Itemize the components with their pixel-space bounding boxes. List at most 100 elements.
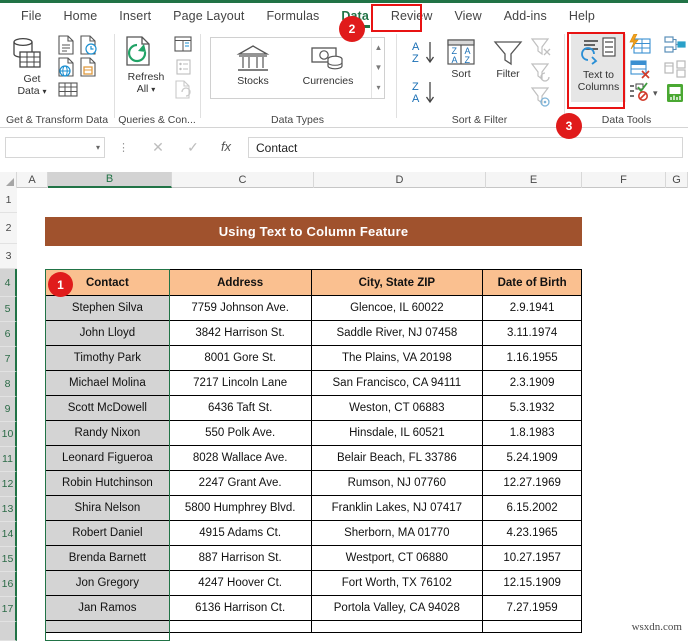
row-header-10[interactable]: 10 [0, 422, 17, 447]
tab-view[interactable]: View [443, 7, 492, 25]
row-header-12[interactable]: 12 [0, 472, 17, 497]
cell-city-state-zip[interactable]: Sherborn, MA 01770 [310, 520, 484, 546]
cell-contact[interactable]: Brenda Barnett [45, 545, 170, 571]
gallery-expand-icon[interactable]: ▾ [372, 78, 385, 98]
row-header-13[interactable]: 13 [0, 497, 17, 522]
filter-button[interactable]: Filter [487, 37, 529, 81]
cell-date-of-birth[interactable]: 10.27.1957 [482, 545, 582, 571]
cell-contact[interactable]: Scott McDowell [45, 395, 170, 421]
tab-file[interactable]: File [10, 7, 53, 25]
cell-city-state-zip[interactable]: Portola Valley, CA 94028 [310, 595, 484, 621]
row-header-2[interactable]: 2 [0, 213, 17, 244]
confirm-entry-icon[interactable]: ✓ [183, 139, 203, 156]
cell-date-of-birth[interactable]: 1.16.1955 [482, 345, 582, 371]
cell-address[interactable]: 5800 Humphrey Blvd. [168, 495, 312, 521]
column-header-address[interactable]: Address [168, 269, 312, 296]
cell-address[interactable]: 887 Harrison St. [168, 545, 312, 571]
cancel-entry-icon[interactable]: ✕ [148, 139, 168, 156]
currencies-button[interactable]: Currencies [289, 43, 367, 88]
refresh-all-button[interactable]: Refresh All ▾ [120, 34, 172, 95]
cell-city-state-zip[interactable]: Westport, CT 06880 [310, 545, 484, 571]
cell-city-state-zip-partial[interactable] [310, 620, 484, 633]
from-table-range-icon[interactable] [79, 57, 97, 77]
column-header-g[interactable]: G [666, 172, 688, 188]
cell-city-state-zip[interactable]: Weston, CT 06883 [310, 395, 484, 421]
cell-address[interactable]: 2247 Grant Ave. [168, 470, 312, 496]
row-header-7[interactable]: 7 [0, 347, 17, 372]
column-header-f[interactable]: F [582, 172, 666, 188]
formula-input[interactable]: Contact [248, 137, 683, 158]
remove-duplicates-icon[interactable] [628, 58, 652, 80]
row-header-5[interactable]: 5 [0, 297, 17, 322]
cell-contact[interactable]: Timothy Park [45, 345, 170, 371]
tab-home[interactable]: Home [53, 7, 109, 25]
column-header-date-of-birth[interactable]: Date of Birth [482, 269, 582, 296]
insert-function-icon[interactable]: fx [216, 139, 236, 154]
gallery-scroll-up-icon[interactable]: ▲ [372, 38, 385, 58]
cell-address-partial[interactable] [168, 620, 312, 633]
get-data-button[interactable]: Get Data ▾ [8, 34, 56, 97]
column-header-b[interactable]: B [48, 172, 172, 188]
cell-city-state-zip[interactable]: Saddle River, NJ 07458 [310, 320, 484, 346]
cell-date-of-birth[interactable]: 6.15.2002 [482, 495, 582, 521]
column-header-city-state-zip[interactable]: City, State ZIP [310, 269, 484, 296]
tab-add-ins[interactable]: Add-ins [493, 7, 558, 25]
tab-help[interactable]: Help [558, 7, 606, 25]
cell-contact[interactable]: Jon Gregory [45, 570, 170, 596]
cell-contact-partial[interactable] [45, 620, 170, 633]
gallery-scroll-down-icon[interactable]: ▼ [372, 58, 385, 78]
stocks-button[interactable]: Stocks [219, 43, 287, 88]
cell-contact[interactable]: Michael Molina [45, 370, 170, 396]
cell-city-state-zip[interactable]: San Francisco, CA 94111 [310, 370, 484, 396]
cell-date-of-birth[interactable]: 2.9.1941 [482, 295, 582, 321]
manage-data-model-icon[interactable] [663, 82, 687, 104]
cell-address[interactable]: 4247 Hoover Ct. [168, 570, 312, 596]
existing-connections-icon[interactable] [57, 80, 79, 98]
name-box[interactable]: ▾ [5, 137, 105, 158]
cell-city-state-zip[interactable]: Rumson, NJ 07760 [310, 470, 484, 496]
row-header-6[interactable]: 6 [0, 322, 17, 347]
chevron-down-icon-2[interactable]: ▾ [151, 85, 155, 94]
cell-date-of-birth[interactable]: 3.11.1974 [482, 320, 582, 346]
row-header-15[interactable]: 15 [0, 547, 17, 572]
cell-city-state-zip[interactable]: Hinsdale, IL 60521 [310, 420, 484, 446]
cell-address[interactable]: 550 Polk Ave. [168, 420, 312, 446]
cell-date-of-birth-partial[interactable] [482, 620, 582, 633]
formula-bar-grip[interactable]: ⋮ [118, 141, 129, 154]
from-recent-sources-icon[interactable] [79, 35, 97, 55]
name-box-chevron-down-icon[interactable]: ▾ [96, 143, 100, 152]
cell-address[interactable]: 8001 Gore St. [168, 345, 312, 371]
cell-date-of-birth[interactable]: 12.15.1909 [482, 570, 582, 596]
cell-contact[interactable]: Stephen Silva [45, 295, 170, 321]
from-text-csv-icon[interactable] [57, 35, 75, 55]
tab-formulas[interactable]: Formulas [255, 7, 330, 25]
cell-date-of-birth[interactable]: 4.23.1965 [482, 520, 582, 546]
row-header-14[interactable]: 14 [0, 522, 17, 547]
tab-insert[interactable]: Insert [108, 7, 162, 25]
sort-ascending-button[interactable]: A Z [409, 38, 439, 68]
cell-contact[interactable]: Robert Daniel [45, 520, 170, 546]
cell-address[interactable]: 4915 Adams Ct. [168, 520, 312, 546]
cell-date-of-birth[interactable]: 5.3.1932 [482, 395, 582, 421]
cell-contact[interactable]: Shira Nelson [45, 495, 170, 521]
cell-city-state-zip[interactable]: Fort Worth, TX 76102 [310, 570, 484, 596]
cell-city-state-zip[interactable]: Belair Beach, FL 33786 [310, 445, 484, 471]
cell-contact[interactable]: Randy Nixon [45, 420, 170, 446]
cell-contact[interactable]: Jan Ramos [45, 595, 170, 621]
select-all-corner[interactable] [0, 172, 17, 188]
data-validation-icon[interactable] [628, 82, 652, 102]
sort-descending-button[interactable]: Z A [409, 78, 439, 108]
consolidate-icon[interactable] [663, 34, 687, 56]
row-header-3[interactable]: 3 [0, 244, 17, 269]
column-header-c[interactable]: C [172, 172, 314, 188]
cell-address[interactable]: 8028 Wallace Ave. [168, 445, 312, 471]
column-header-d[interactable]: D [314, 172, 486, 188]
cell-date-of-birth[interactable]: 2.3.1909 [482, 370, 582, 396]
data-validation-dropdown-icon[interactable]: ▾ [653, 88, 658, 99]
flash-fill-icon[interactable] [628, 34, 652, 56]
row-header-1[interactable]: 1 [0, 188, 17, 213]
cell-date-of-birth[interactable]: 5.24.1909 [482, 445, 582, 471]
cell-city-state-zip[interactable]: Glencoe, IL 60022 [310, 295, 484, 321]
queries-connections-pane-icon[interactable] [173, 35, 193, 53]
cell-address[interactable]: 6136 Harrison Ct. [168, 595, 312, 621]
